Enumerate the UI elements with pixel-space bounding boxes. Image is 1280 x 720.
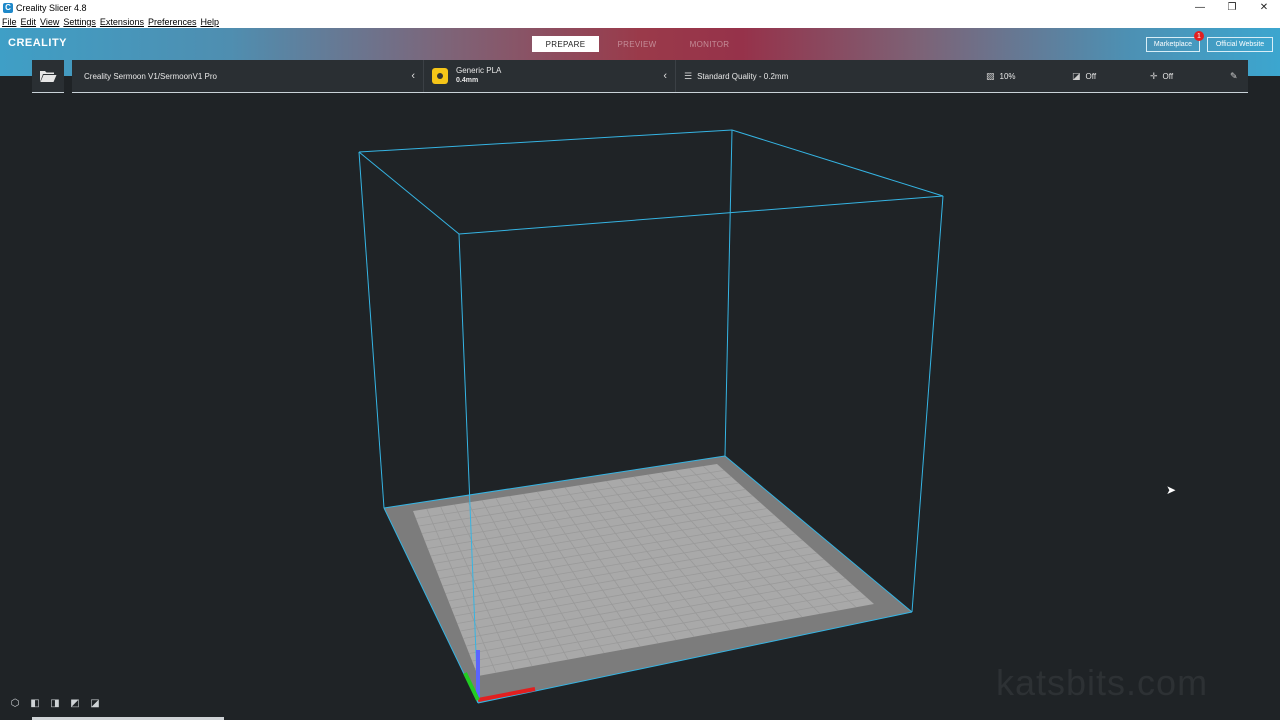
watermark: katsbits.com bbox=[996, 662, 1208, 704]
view-front-icon[interactable]: ◧ bbox=[29, 698, 41, 710]
view-3d-icon[interactable]: ⬡ bbox=[9, 698, 21, 710]
mouse-cursor-icon: ➤ bbox=[1166, 483, 1176, 497]
build-volume-viewport[interactable] bbox=[0, 0, 1280, 720]
view-right-icon[interactable]: ◪ bbox=[89, 698, 101, 710]
view-left-icon[interactable]: ◩ bbox=[69, 698, 81, 710]
view-top-icon[interactable]: ◨ bbox=[49, 698, 61, 710]
view-orientation-toolbar: ⬡ ◧ ◨ ◩ ◪ bbox=[9, 698, 109, 710]
